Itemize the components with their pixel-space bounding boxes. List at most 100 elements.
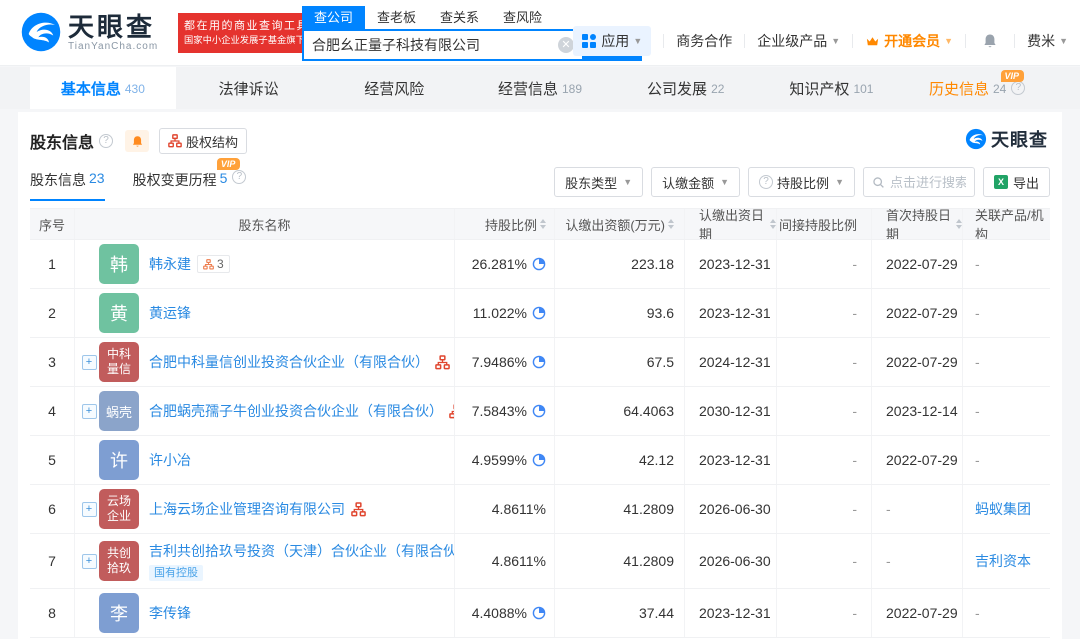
shareholder-avatar[interactable]: 蜗壳 [99, 391, 139, 431]
shareholder-name-link[interactable]: 李传锋 [149, 603, 191, 623]
help-icon[interactable]: ? [99, 134, 114, 148]
enterprise-products-menu[interactable]: 企业级产品 ▼ [757, 31, 840, 51]
user-menu[interactable]: 费米 ▼ [1027, 31, 1068, 51]
search-tab-company[interactable]: 查公司 [302, 6, 366, 29]
top-header: 天眼查 TianYanCha.com 都在用的商业查询工具 国家中小企业发展子基… [0, 0, 1080, 66]
search-tab-boss[interactable]: 查老板 [365, 6, 428, 29]
shareholding-ratio-filter[interactable]: ? 持股比例 ▼ [748, 167, 855, 197]
first-date-value: - [886, 553, 891, 569]
date-value: 2023-12-31 [699, 256, 771, 272]
expand-row-button[interactable]: + [81, 403, 97, 419]
amount-value: 41.2809 [623, 553, 674, 569]
header-related: 关联产品/机构 [975, 209, 1044, 239]
related-product-value[interactable]: 蚂蚁集团 [975, 499, 1031, 519]
ratio-value: 4.8611% [491, 553, 546, 569]
notification-bell-icon[interactable] [982, 33, 998, 49]
partner-count-badge[interactable]: 3 [197, 255, 230, 273]
shareholder-name-link[interactable]: 许小冶 [149, 450, 191, 470]
site-logo[interactable]: 天眼查 TianYanCha.com [20, 11, 158, 53]
date-value: 2023-12-31 [699, 605, 771, 621]
search-input-wrap: ✕ [302, 29, 584, 61]
shareholder-type-filter[interactable]: 股东类型 ▼ [554, 167, 644, 197]
subtab-shareholder-info[interactable]: 股东信息 23 [30, 170, 105, 201]
expand-row-button[interactable]: + [81, 553, 97, 569]
shareholder-avatar[interactable]: 许 [99, 440, 139, 480]
open-vip-menu[interactable]: 开通会员 ▼ [865, 31, 953, 51]
shareholder-name-link[interactable]: 黄运锋 [149, 303, 191, 323]
related-product-value: - [975, 605, 980, 621]
header-amount-sortable[interactable]: 认缴出资额(万元) [555, 209, 685, 239]
search-tab-risk[interactable]: 查风险 [491, 6, 554, 29]
shareholder-name-link[interactable]: 韩永建 [149, 254, 191, 274]
row-seq: 8 [48, 605, 56, 621]
chevron-down-icon: ▼ [1059, 36, 1068, 46]
help-icon[interactable]: ? [1011, 81, 1026, 95]
shareholder-avatar[interactable]: 云场 企业 [99, 489, 139, 529]
chevron-down-icon: ▼ [831, 36, 841, 46]
shareholder-name-link[interactable]: 合肥中科量信创业投资合伙企业（有限合伙） [149, 352, 429, 372]
header-ratio-sortable[interactable]: 持股比例 [455, 209, 555, 239]
shareholder-avatar[interactable]: 黄 [99, 293, 139, 333]
indirect-ratio-value: - [852, 305, 857, 321]
shareholder-name-link[interactable]: 上海云场企业管理咨询有限公司 [149, 499, 345, 519]
clear-search-icon[interactable]: ✕ [558, 37, 574, 53]
shareholder-card: 股东信息 ? 股权结构 天眼查 股东信息 23 VIP 股权变更历程 5 ? 股… [18, 112, 1062, 639]
related-product-value: - [975, 354, 980, 370]
equity-structure-icon[interactable] [435, 355, 450, 370]
amount-value: 37.44 [638, 605, 674, 621]
shareholding-pie-icon[interactable] [532, 606, 546, 620]
search-tab-relation[interactable]: 查关系 [428, 6, 491, 29]
partner-count: 3 [217, 257, 224, 271]
shareholding-pie-icon[interactable] [532, 306, 546, 320]
apps-menu[interactable]: 应用 ▼ [573, 26, 652, 56]
tab-legal-litigation[interactable]: 法律诉讼 [176, 67, 322, 109]
tab-basic-info[interactable]: 基本信息 430 [30, 67, 176, 109]
shareholding-pie-icon[interactable] [532, 257, 546, 271]
shareholder-avatar[interactable]: 韩 [99, 244, 139, 284]
monitor-bell-button[interactable] [125, 130, 150, 152]
tab-history-info[interactable]: VIP 历史信息 24 ? [904, 67, 1050, 109]
ratio-value: 7.5843% [471, 403, 527, 419]
help-icon[interactable]: ? [232, 170, 247, 184]
shareholder-avatar[interactable]: 李 [99, 593, 139, 633]
tab-intellectual-property[interactable]: 知识产权 101 [759, 67, 905, 109]
equity-structure-icon[interactable] [351, 502, 366, 517]
table-row: 4 + 蜗壳 合肥蜗壳孺子牛创业投资合伙企业（有限合伙） 7.5843% 64.… [30, 387, 1050, 436]
related-product-value[interactable]: 吉利资本 [975, 551, 1031, 571]
tab-operation-risk[interactable]: 经营风险 [321, 67, 467, 109]
equity-structure-button[interactable]: 股权结构 [159, 128, 248, 154]
business-cooperation-link[interactable]: 商务合作 [676, 31, 732, 51]
expand-row-button[interactable]: + [81, 354, 97, 370]
first-date-value: 2022-07-29 [886, 452, 958, 468]
ratio-value: 7.9486% [471, 354, 527, 370]
shareholder-table: 序号 股东名称 持股比例 认缴出资额(万元) 认缴出资日期 间接持股比例 首次持… [30, 208, 1050, 638]
export-button[interactable]: X 导出 [982, 167, 1050, 197]
company-search-input[interactable] [304, 37, 558, 53]
header-date-sortable[interactable]: 认缴出资日期 [685, 209, 777, 239]
indirect-ratio-value: - [852, 354, 857, 370]
shareholder-name-link[interactable]: 合肥蜗壳孺子牛创业投资合伙企业（有限合伙） [149, 401, 443, 421]
tab-operation-info[interactable]: 经营信息 189 [467, 67, 613, 109]
row-seq: 2 [48, 305, 56, 321]
header-first-date-sortable[interactable]: 首次持股日期 [872, 209, 963, 239]
promo-line-2: 国家中小企业发展子基金旗下机构 [184, 34, 324, 46]
subtab-equity-change-history[interactable]: VIP 股权变更历程 5 ? [133, 158, 247, 201]
shareholding-pie-icon[interactable] [532, 453, 546, 467]
sort-icon [956, 218, 962, 230]
paid-amount-filter[interactable]: 认缴金额 ▼ [651, 167, 741, 197]
first-date-value: 2022-07-29 [886, 605, 958, 621]
shareholder-name-link[interactable]: 吉利共创拾玖号投资（天津）合伙企业（有限合伙） [149, 541, 454, 561]
shareholder-avatar[interactable]: 中科 量信 [99, 342, 139, 382]
shareholder-avatar[interactable]: 共创 拾玖 [99, 541, 139, 581]
row-seq: 3 [48, 354, 56, 370]
shareholding-pie-icon[interactable] [532, 404, 546, 418]
tab-company-development[interactable]: 公司发展 22 [613, 67, 759, 109]
row-seq: 5 [48, 452, 56, 468]
state-owned-tag: 国有控股 [149, 565, 203, 581]
expand-row-button[interactable]: + [81, 501, 97, 517]
shareholding-pie-icon[interactable] [532, 355, 546, 369]
ratio-value: 4.9599% [471, 452, 527, 468]
table-search-input[interactable] [889, 174, 966, 190]
table-filters: 股东类型 ▼ 认缴金额 ▼ ? 持股比例 ▼ X 导出 [546, 167, 1050, 197]
first-date-value: 2022-07-29 [886, 256, 958, 272]
